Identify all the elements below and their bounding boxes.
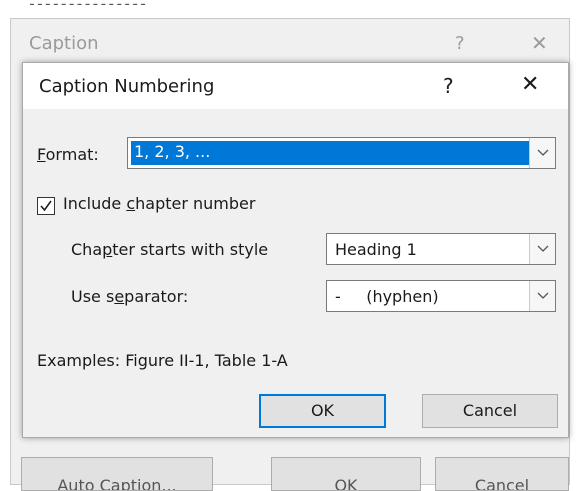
- ok-button[interactable]: OK: [259, 394, 386, 428]
- background-ok-button: OK: [271, 457, 421, 491]
- help-button[interactable]: ?: [443, 74, 454, 98]
- examples-text: Examples: Figure II-1, Table 1-A: [37, 351, 288, 370]
- chapter-style-dropdown[interactable]: Heading 1: [326, 233, 556, 265]
- format-dropdown-button[interactable]: [529, 138, 555, 168]
- format-value: 1, 2, 3, ...: [134, 142, 211, 161]
- chevron-down-icon: [537, 292, 549, 299]
- background-document-text: ـ ـ ـ ـ ـ ـ ـ ـ ـ ـ ـ ـ ـ ـ ـ: [30, 0, 145, 8]
- include-chapter-checkbox[interactable]: [37, 197, 55, 215]
- chevron-down-icon: [537, 149, 549, 156]
- include-chapter-label[interactable]: Include chapter number: [63, 194, 255, 213]
- cancel-button[interactable]: Cancel: [422, 394, 558, 428]
- caption-numbering-dialog: Caption Numbering ? ✕ Format: 1, 2, 3, .…: [22, 62, 569, 438]
- chapter-style-value: Heading 1: [335, 240, 417, 259]
- format-dropdown[interactable]: 1, 2, 3, ...: [127, 137, 556, 169]
- separator-label: Use separator:: [71, 287, 189, 306]
- background-auto-caption-button: Auto Caption...: [21, 457, 213, 491]
- chevron-down-icon: [537, 245, 549, 252]
- background-close-icon: ✕: [531, 31, 548, 55]
- dialog-titlebar: Caption Numbering ? ✕: [23, 63, 568, 109]
- separator-dropdown-button[interactable]: [529, 281, 555, 311]
- format-label: Format:: [37, 145, 99, 164]
- chapter-style-label: Chapter starts with style: [71, 240, 269, 259]
- chapter-style-dropdown-button[interactable]: [529, 234, 555, 264]
- dialog-title: Caption Numbering: [39, 76, 215, 97]
- separator-value: - (hyphen): [335, 287, 439, 306]
- close-icon[interactable]: ✕: [521, 72, 539, 97]
- background-dialog-title: Caption: [29, 33, 99, 54]
- background-help-button: ?: [455, 33, 465, 54]
- background-cancel-button: Cancel: [435, 457, 569, 491]
- checkmark-icon: [40, 200, 52, 212]
- separator-dropdown[interactable]: - (hyphen): [326, 280, 556, 312]
